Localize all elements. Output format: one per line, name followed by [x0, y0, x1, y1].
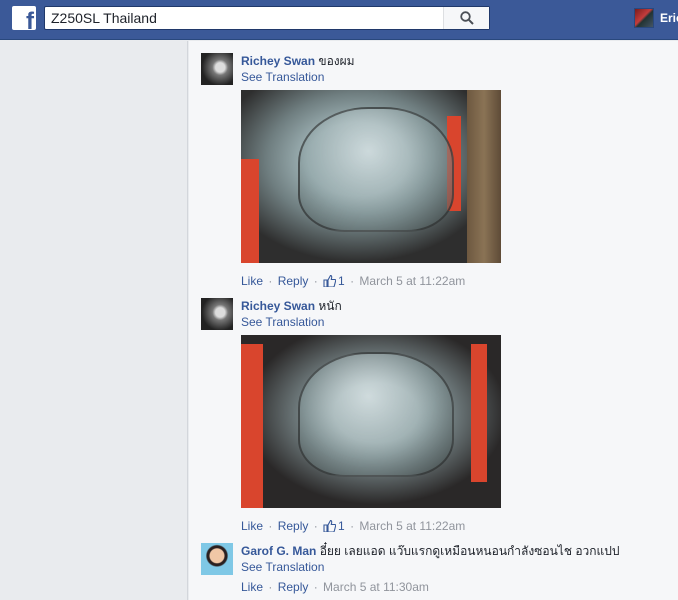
reply-link[interactable]: Reply [278, 519, 309, 533]
photo-headlight [298, 107, 455, 232]
photo-fairing-right [471, 343, 487, 483]
thumbs-up-icon [323, 275, 337, 287]
comments-panel: Richey Swan ของผม See Translation Like ·… [189, 41, 678, 600]
search-input[interactable] [45, 7, 445, 29]
search-button[interactable] [443, 7, 489, 29]
comment-actions: Like · Reply · March 5 at 11:30am [241, 580, 429, 594]
reply-link[interactable]: Reply [278, 580, 309, 594]
like-count: 1 [338, 519, 345, 533]
comment-text: ของผม [318, 54, 355, 68]
comment-body: Richey Swan หนัก See Translation Like · … [241, 298, 671, 534]
commenter-avatar[interactable] [201, 543, 233, 575]
left-column [0, 41, 188, 600]
comment-photo[interactable] [241, 335, 501, 508]
comment-actions: Like · Reply · 1 · March 5 at 11:22am [241, 274, 466, 288]
comment-timestamp[interactable]: March 5 at 11:22am [359, 519, 465, 533]
comment-author[interactable]: Richey Swan [241, 299, 315, 313]
like-link[interactable]: Like [241, 274, 263, 288]
comment-text: หนัก [318, 299, 342, 313]
like-link[interactable]: Like [241, 519, 263, 533]
search-box [44, 6, 490, 30]
photo-background [467, 90, 501, 263]
see-translation-link[interactable]: See Translation [241, 70, 324, 84]
profile-link[interactable]: Eric [634, 8, 678, 28]
facebook-logo[interactable]: f [12, 6, 36, 30]
comment-author[interactable]: Garof G. Man [241, 544, 316, 558]
comment-timestamp[interactable]: March 5 at 11:30am [323, 580, 429, 594]
photo-fairing-left [241, 343, 263, 508]
comment-timestamp[interactable]: March 5 at 11:22am [359, 274, 465, 288]
comment-text: อี๋ยย เลยแอด แว๊บแรกดูเหมือนหนอนกำลังซอน… [319, 544, 620, 558]
photo-headlight [298, 352, 455, 477]
see-translation-link[interactable]: See Translation [241, 315, 324, 329]
like-link[interactable]: Like [241, 580, 263, 594]
profile-name: Eric [660, 11, 678, 25]
top-nav-bar: f Eric [0, 0, 678, 40]
thumbs-up-icon [323, 520, 337, 532]
profile-avatar [634, 8, 654, 28]
comment-body: Garof G. Man อี๋ยย เลยแอด แว๊บแรกดูเหมือ… [241, 543, 671, 595]
comment-photo[interactable] [241, 90, 501, 263]
commenter-avatar[interactable] [201, 53, 233, 85]
comment-body: Richey Swan ของผม See Translation Like ·… [241, 53, 671, 289]
reply-link[interactable]: Reply [278, 274, 309, 288]
comment-author[interactable]: Richey Swan [241, 54, 315, 68]
like-count: 1 [338, 274, 345, 288]
see-translation-link[interactable]: See Translation [241, 560, 324, 574]
search-icon [459, 11, 474, 25]
facebook-logo-glyph: f [26, 8, 34, 31]
photo-fairing-left [241, 159, 259, 263]
like-count-link[interactable]: 1 [323, 519, 345, 533]
comment-actions: Like · Reply · 1 · March 5 at 11:22am [241, 519, 466, 533]
commenter-avatar[interactable] [201, 298, 233, 330]
like-count-link[interactable]: 1 [323, 274, 345, 288]
